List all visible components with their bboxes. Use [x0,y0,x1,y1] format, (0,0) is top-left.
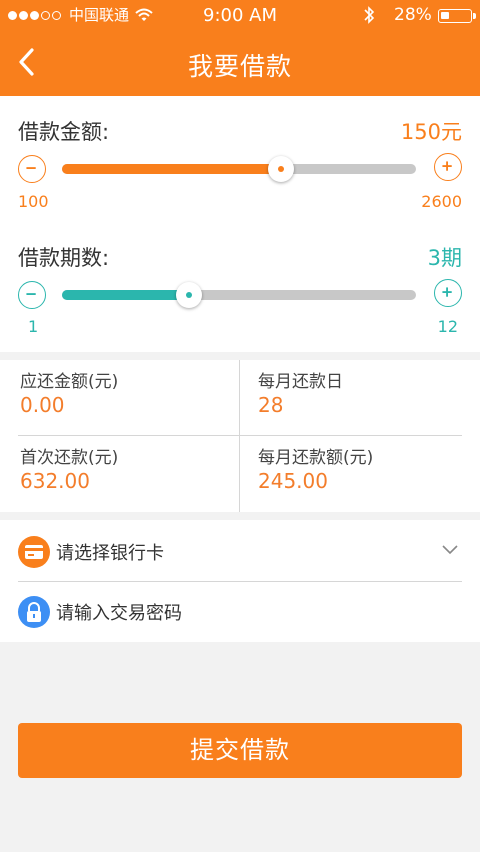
bank-card-text: 请选择银行卡 [56,543,164,564]
monthly-day-label: 每月还款日 [258,372,343,392]
chevron-down-icon [442,545,458,555]
total-due-cell: 应还金额(元) 0.00 [20,360,242,436]
monthly-day-value: 28 [258,393,284,417]
loan-settings-panel: 借款金额: 150元 100 2600 借款期数: 3期 1 12 [0,96,480,352]
term-slider-handle[interactable] [176,282,202,308]
term-increase-button[interactable] [434,279,462,307]
status-bar: 中国联通 9:00 AM 28% [0,0,480,30]
battery-fill [441,12,449,19]
password-input[interactable]: 请输入交易密码 [18,581,462,641]
first-payment-label: 首次还款(元) [20,448,119,468]
amount-slider[interactable] [62,164,416,174]
term-value: 3期 [427,246,462,270]
first-payment-cell: 首次还款(元) 632.00 [20,436,242,512]
first-payment-value: 632.00 [20,469,90,493]
divider [239,360,240,512]
nav-header: 我要借款 [0,30,480,96]
credit-card-icon [18,536,50,568]
page-title: 我要借款 [187,52,292,81]
lock-icon [18,596,50,628]
amount-max: 2600 [421,192,462,211]
term-decrease-button[interactable] [18,281,46,309]
term-slider[interactable] [62,290,416,300]
repayment-summary: 应还金额(元) 0.00 每月还款日 28 首次还款(元) 632.00 每月还… [0,360,480,512]
amount-value: 150元 [400,120,462,144]
battery-icon [438,9,476,23]
amount-slider-fill [62,164,281,174]
monthly-amount-cell: 每月还款额(元) 245.00 [258,436,480,512]
monthly-day-cell: 每月还款日 28 [258,360,480,436]
divider [18,435,462,436]
total-due-value: 0.00 [20,393,65,417]
term-min: 1 [28,317,39,336]
minus-icon [26,167,36,169]
total-due-label: 应还金额(元) [20,372,119,392]
monthly-amount-value: 245.00 [258,469,328,493]
battery-percent: 28% [394,5,432,25]
payment-panel: 请选择银行卡 请输入交易密码 [0,520,480,642]
term-max: 12 [437,317,458,336]
plus-icon [442,287,452,297]
term-label: 借款期数: [18,246,110,270]
password-placeholder: 请输入交易密码 [56,603,182,624]
submit-loan-button[interactable]: 提交借款 [18,723,462,778]
bank-card-selector[interactable]: 请选择银行卡 [18,521,462,581]
plus-icon [442,161,452,171]
bluetooth-icon [364,6,375,24]
minus-icon [26,293,36,295]
amount-increase-button[interactable] [434,153,462,181]
amount-label: 借款金额: [18,120,110,144]
amount-decrease-button[interactable] [18,155,46,183]
term-slider-fill [62,290,189,300]
amount-slider-handle[interactable] [268,156,294,182]
monthly-amount-label: 每月还款额(元) [258,448,374,468]
amount-min: 100 [18,192,49,211]
